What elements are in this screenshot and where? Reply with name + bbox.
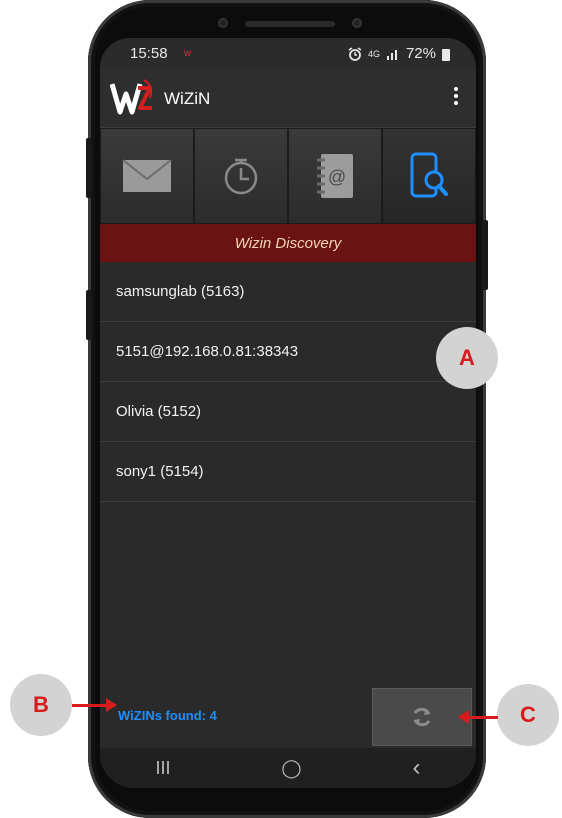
signal-icon (386, 49, 397, 60)
svg-text:@: @ (328, 167, 346, 187)
tab-contacts[interactable]: @ (288, 128, 382, 224)
notification-indicator: w (184, 48, 192, 59)
volume-button (86, 138, 92, 198)
device-label: samsunglab (5163) (116, 283, 245, 300)
callout-a: A (436, 327, 498, 389)
earpiece-speaker (245, 21, 335, 27)
device-label: sony1 (5154) (116, 463, 204, 480)
list-item[interactable]: Olivia (5152) (100, 382, 476, 442)
status-time: 15:58 (130, 45, 168, 62)
power-button (482, 220, 488, 290)
screen: 15:58 w 4G 72% WiZiN @ Wizin Discovery s… (100, 38, 476, 788)
address-book-icon: @ (317, 154, 353, 198)
arrow-c (468, 716, 498, 719)
front-camera (352, 18, 362, 28)
alarm-icon (348, 46, 362, 61)
battery-icon (442, 48, 450, 61)
list-item[interactable]: sony1 (5154) (100, 442, 476, 502)
back-button[interactable]: ‹ (413, 754, 421, 782)
recents-button[interactable]: III (155, 758, 170, 779)
discovery-icon (410, 152, 448, 198)
app-title: WiZiN (164, 89, 211, 108)
callout-b-label: B (33, 692, 49, 717)
status-icons: 4G 72% (348, 45, 450, 62)
tab-discovery[interactable] (382, 128, 476, 224)
section-title: Wizin Discovery (234, 234, 342, 252)
arrow-c-head (458, 710, 469, 724)
app-bar: WiZiN (100, 68, 476, 128)
sensor (218, 18, 228, 28)
callout-c-label: C (520, 702, 536, 727)
device-label: 5151@192.168.0.81:38343 (116, 343, 299, 360)
refresh-button[interactable] (372, 688, 472, 746)
status-bar: 15:58 w 4G 72% (100, 38, 476, 68)
callout-b: B (10, 674, 72, 736)
device-list: samsunglab (5163) 5151@192.168.0.81:3834… (100, 262, 476, 502)
footer: WiZINs found: 4 (100, 688, 476, 746)
system-navigation-bar: III ◯ ‹ (100, 748, 476, 788)
callout-c: C (497, 684, 559, 746)
wizin-logo-icon (110, 79, 153, 115)
arrow-b-head (106, 698, 117, 712)
clock-icon (224, 158, 258, 195)
list-item[interactable]: samsunglab (5163) (100, 262, 476, 322)
tab-messages[interactable] (100, 128, 194, 224)
tab-history[interactable] (194, 128, 288, 224)
refresh-icon (413, 707, 431, 727)
callout-a-label: A (459, 345, 475, 370)
nav-tabs: @ (100, 128, 476, 224)
network-type: 4G (367, 48, 380, 59)
device-label: Olivia (5152) (116, 403, 202, 420)
envelope-icon (122, 159, 172, 192)
section-header: Wizin Discovery (100, 224, 476, 262)
overflow-menu-icon[interactable] (446, 84, 466, 112)
bixby-button (86, 290, 92, 340)
found-count: WiZINs found: 4 (118, 708, 217, 723)
home-button[interactable]: ◯ (281, 758, 301, 779)
battery-percent: 72% (405, 45, 436, 62)
arrow-b (72, 704, 108, 707)
list-item[interactable]: 5151@192.168.0.81:38343 (100, 322, 476, 382)
